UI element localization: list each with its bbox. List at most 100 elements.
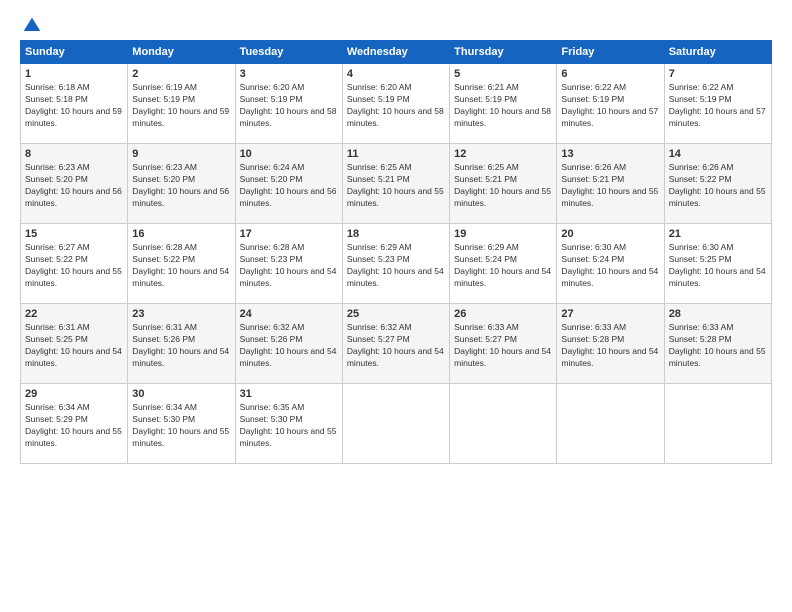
day-info: Sunrise: 6:32 AM Sunset: 5:27 PM Dayligh… (347, 322, 445, 370)
day-info: Sunrise: 6:28 AM Sunset: 5:22 PM Dayligh… (132, 242, 230, 290)
logo (20, 16, 42, 32)
day-number: 7 (669, 68, 767, 80)
calendar-cell: 23 Sunrise: 6:31 AM Sunset: 5:26 PM Dayl… (128, 304, 235, 384)
calendar-cell: 25 Sunrise: 6:32 AM Sunset: 5:27 PM Dayl… (342, 304, 449, 384)
calendar-cell: 27 Sunrise: 6:33 AM Sunset: 5:28 PM Dayl… (557, 304, 664, 384)
calendar-cell: 2 Sunrise: 6:19 AM Sunset: 5:19 PM Dayli… (128, 64, 235, 144)
calendar-body: 1 Sunrise: 6:18 AM Sunset: 5:18 PM Dayli… (21, 64, 772, 464)
calendar-cell: 16 Sunrise: 6:28 AM Sunset: 5:22 PM Dayl… (128, 224, 235, 304)
day-info: Sunrise: 6:25 AM Sunset: 5:21 PM Dayligh… (454, 162, 552, 210)
day-number: 1 (25, 68, 123, 80)
day-info: Sunrise: 6:22 AM Sunset: 5:19 PM Dayligh… (669, 82, 767, 130)
calendar-cell: 1 Sunrise: 6:18 AM Sunset: 5:18 PM Dayli… (21, 64, 128, 144)
weekday-header: Friday (557, 41, 664, 64)
weekday-row: SundayMondayTuesdayWednesdayThursdayFrid… (21, 41, 772, 64)
day-number: 20 (561, 228, 659, 240)
day-number: 11 (347, 148, 445, 160)
calendar-cell: 26 Sunrise: 6:33 AM Sunset: 5:27 PM Dayl… (450, 304, 557, 384)
day-number: 14 (669, 148, 767, 160)
day-info: Sunrise: 6:33 AM Sunset: 5:28 PM Dayligh… (669, 322, 767, 370)
day-info: Sunrise: 6:23 AM Sunset: 5:20 PM Dayligh… (132, 162, 230, 210)
day-number: 2 (132, 68, 230, 80)
day-info: Sunrise: 6:29 AM Sunset: 5:23 PM Dayligh… (347, 242, 445, 290)
day-number: 25 (347, 308, 445, 320)
day-number: 10 (240, 148, 338, 160)
calendar-cell: 31 Sunrise: 6:35 AM Sunset: 5:30 PM Dayl… (235, 384, 342, 464)
calendar-cell: 18 Sunrise: 6:29 AM Sunset: 5:23 PM Dayl… (342, 224, 449, 304)
day-number: 30 (132, 388, 230, 400)
day-info: Sunrise: 6:19 AM Sunset: 5:19 PM Dayligh… (132, 82, 230, 130)
weekday-header: Tuesday (235, 41, 342, 64)
day-number: 3 (240, 68, 338, 80)
calendar-cell: 14 Sunrise: 6:26 AM Sunset: 5:22 PM Dayl… (664, 144, 771, 224)
calendar-cell: 9 Sunrise: 6:23 AM Sunset: 5:20 PM Dayli… (128, 144, 235, 224)
day-info: Sunrise: 6:26 AM Sunset: 5:21 PM Dayligh… (561, 162, 659, 210)
day-number: 18 (347, 228, 445, 240)
calendar-cell (450, 384, 557, 464)
calendar-cell: 15 Sunrise: 6:27 AM Sunset: 5:22 PM Dayl… (21, 224, 128, 304)
calendar-cell (664, 384, 771, 464)
day-info: Sunrise: 6:18 AM Sunset: 5:18 PM Dayligh… (25, 82, 123, 130)
day-info: Sunrise: 6:30 AM Sunset: 5:25 PM Dayligh… (669, 242, 767, 290)
calendar-cell: 11 Sunrise: 6:25 AM Sunset: 5:21 PM Dayl… (342, 144, 449, 224)
weekday-header: Sunday (21, 41, 128, 64)
weekday-header: Monday (128, 41, 235, 64)
day-info: Sunrise: 6:32 AM Sunset: 5:26 PM Dayligh… (240, 322, 338, 370)
calendar-cell: 24 Sunrise: 6:32 AM Sunset: 5:26 PM Dayl… (235, 304, 342, 384)
calendar-cell: 22 Sunrise: 6:31 AM Sunset: 5:25 PM Dayl… (21, 304, 128, 384)
day-number: 31 (240, 388, 338, 400)
day-number: 16 (132, 228, 230, 240)
day-info: Sunrise: 6:26 AM Sunset: 5:22 PM Dayligh… (669, 162, 767, 210)
day-number: 21 (669, 228, 767, 240)
day-number: 5 (454, 68, 552, 80)
calendar-cell: 10 Sunrise: 6:24 AM Sunset: 5:20 PM Dayl… (235, 144, 342, 224)
calendar-week: 22 Sunrise: 6:31 AM Sunset: 5:25 PM Dayl… (21, 304, 772, 384)
day-info: Sunrise: 6:25 AM Sunset: 5:21 PM Dayligh… (347, 162, 445, 210)
day-number: 19 (454, 228, 552, 240)
day-info: Sunrise: 6:35 AM Sunset: 5:30 PM Dayligh… (240, 402, 338, 450)
calendar-week: 15 Sunrise: 6:27 AM Sunset: 5:22 PM Dayl… (21, 224, 772, 304)
day-info: Sunrise: 6:30 AM Sunset: 5:24 PM Dayligh… (561, 242, 659, 290)
day-number: 9 (132, 148, 230, 160)
calendar-cell: 12 Sunrise: 6:25 AM Sunset: 5:21 PM Dayl… (450, 144, 557, 224)
day-number: 28 (669, 308, 767, 320)
header (20, 16, 772, 32)
day-info: Sunrise: 6:29 AM Sunset: 5:24 PM Dayligh… (454, 242, 552, 290)
weekday-header: Wednesday (342, 41, 449, 64)
day-info: Sunrise: 6:33 AM Sunset: 5:28 PM Dayligh… (561, 322, 659, 370)
calendar-cell: 8 Sunrise: 6:23 AM Sunset: 5:20 PM Dayli… (21, 144, 128, 224)
day-number: 23 (132, 308, 230, 320)
day-info: Sunrise: 6:24 AM Sunset: 5:20 PM Dayligh… (240, 162, 338, 210)
calendar-cell: 5 Sunrise: 6:21 AM Sunset: 5:19 PM Dayli… (450, 64, 557, 144)
day-number: 13 (561, 148, 659, 160)
calendar-cell: 13 Sunrise: 6:26 AM Sunset: 5:21 PM Dayl… (557, 144, 664, 224)
page: SundayMondayTuesdayWednesdayThursdayFrid… (0, 0, 792, 612)
calendar: SundayMondayTuesdayWednesdayThursdayFrid… (20, 40, 772, 464)
day-info: Sunrise: 6:34 AM Sunset: 5:29 PM Dayligh… (25, 402, 123, 450)
day-number: 27 (561, 308, 659, 320)
calendar-cell (557, 384, 664, 464)
day-info: Sunrise: 6:27 AM Sunset: 5:22 PM Dayligh… (25, 242, 123, 290)
calendar-cell: 20 Sunrise: 6:30 AM Sunset: 5:24 PM Dayl… (557, 224, 664, 304)
weekday-header: Saturday (664, 41, 771, 64)
calendar-cell: 17 Sunrise: 6:28 AM Sunset: 5:23 PM Dayl… (235, 224, 342, 304)
calendar-week: 29 Sunrise: 6:34 AM Sunset: 5:29 PM Dayl… (21, 384, 772, 464)
day-info: Sunrise: 6:34 AM Sunset: 5:30 PM Dayligh… (132, 402, 230, 450)
calendar-cell: 19 Sunrise: 6:29 AM Sunset: 5:24 PM Dayl… (450, 224, 557, 304)
day-number: 29 (25, 388, 123, 400)
day-info: Sunrise: 6:21 AM Sunset: 5:19 PM Dayligh… (454, 82, 552, 130)
day-number: 12 (454, 148, 552, 160)
day-info: Sunrise: 6:22 AM Sunset: 5:19 PM Dayligh… (561, 82, 659, 130)
day-number: 15 (25, 228, 123, 240)
day-number: 22 (25, 308, 123, 320)
calendar-cell (342, 384, 449, 464)
day-number: 6 (561, 68, 659, 80)
day-number: 24 (240, 308, 338, 320)
day-info: Sunrise: 6:23 AM Sunset: 5:20 PM Dayligh… (25, 162, 123, 210)
logo-icon (22, 16, 42, 36)
day-info: Sunrise: 6:28 AM Sunset: 5:23 PM Dayligh… (240, 242, 338, 290)
calendar-header: SundayMondayTuesdayWednesdayThursdayFrid… (21, 41, 772, 64)
calendar-cell: 7 Sunrise: 6:22 AM Sunset: 5:19 PM Dayli… (664, 64, 771, 144)
calendar-week: 8 Sunrise: 6:23 AM Sunset: 5:20 PM Dayli… (21, 144, 772, 224)
calendar-week: 1 Sunrise: 6:18 AM Sunset: 5:18 PM Dayli… (21, 64, 772, 144)
